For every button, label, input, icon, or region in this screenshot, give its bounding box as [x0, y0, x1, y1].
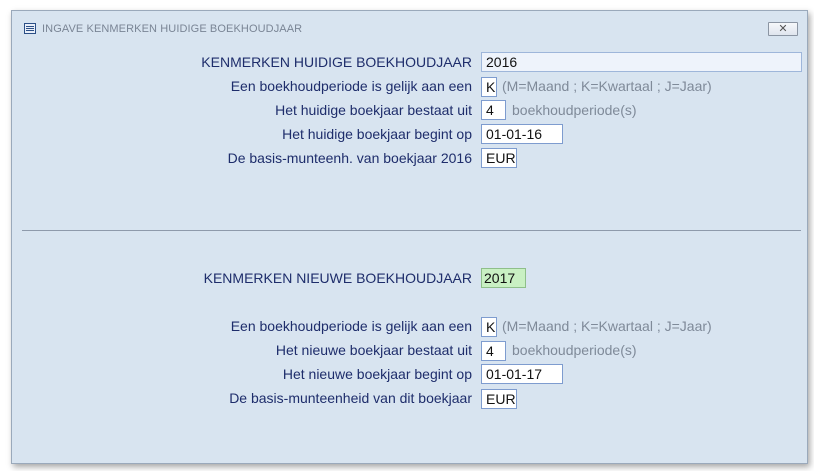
next-start-label: Het nieuwe boekjaar begint op	[282, 366, 472, 382]
close-icon: ✕	[778, 23, 788, 35]
current-start-label: Het huidige boekjaar begint op	[282, 126, 472, 142]
next-period-label: Een boekhoudperiode is gelijk aan een	[230, 318, 472, 334]
next-count-label: Het nieuwe boekjaar bestaat uit	[275, 342, 472, 358]
dialog-window: INGAVE KENMERKEN HUIDIGE BOEKHOUDJAAR ✕ …	[11, 10, 808, 464]
current-count-field[interactable]: 4	[481, 100, 506, 120]
current-currency-field[interactable]: EUR	[481, 148, 517, 168]
current-heading: KENMERKEN HUIDIGE BOEKHOUDJAAR	[201, 54, 472, 70]
window-title: INGAVE KENMERKEN HUIDIGE BOEKHOUDJAAR	[42, 23, 303, 35]
current-period-label: Een boekhoudperiode is gelijk aan een	[230, 78, 472, 94]
current-period-hint: (M=Maand ; K=Kwartaal ; J=Jaar)	[502, 78, 712, 94]
next-count-field[interactable]: 4	[481, 341, 506, 361]
next-period-hint: (M=Maand ; K=Kwartaal ; J=Jaar)	[502, 318, 712, 334]
current-start-field[interactable]: 01-01-16	[481, 124, 563, 144]
current-currency-label: De basis-munteenh. van boekjaar 2016	[227, 150, 472, 166]
section-divider	[22, 230, 801, 231]
next-count-hint: boekhoudperiode(s)	[512, 342, 637, 358]
next-year-field[interactable]: 2017	[481, 268, 526, 288]
next-heading: KENMERKEN NIEUWE BOEKHOUDJAAR	[203, 270, 472, 286]
next-period-field[interactable]: K	[481, 317, 497, 337]
next-currency-field[interactable]: EUR	[481, 389, 517, 409]
close-button[interactable]: ✕	[768, 22, 798, 36]
current-year-field[interactable]: 2016	[481, 52, 802, 72]
current-count-hint: boekhoudperiode(s)	[512, 102, 637, 118]
form-icon	[24, 23, 36, 34]
current-count-label: Het huidige boekjaar bestaat uit	[275, 102, 472, 118]
next-start-field[interactable]: 01-01-17	[481, 364, 563, 384]
current-period-field[interactable]: K	[481, 77, 497, 97]
title-bar: INGAVE KENMERKEN HUIDIGE BOEKHOUDJAAR ✕	[12, 11, 807, 43]
next-currency-label: De basis-munteenheid van dit boekjaar	[229, 390, 472, 406]
